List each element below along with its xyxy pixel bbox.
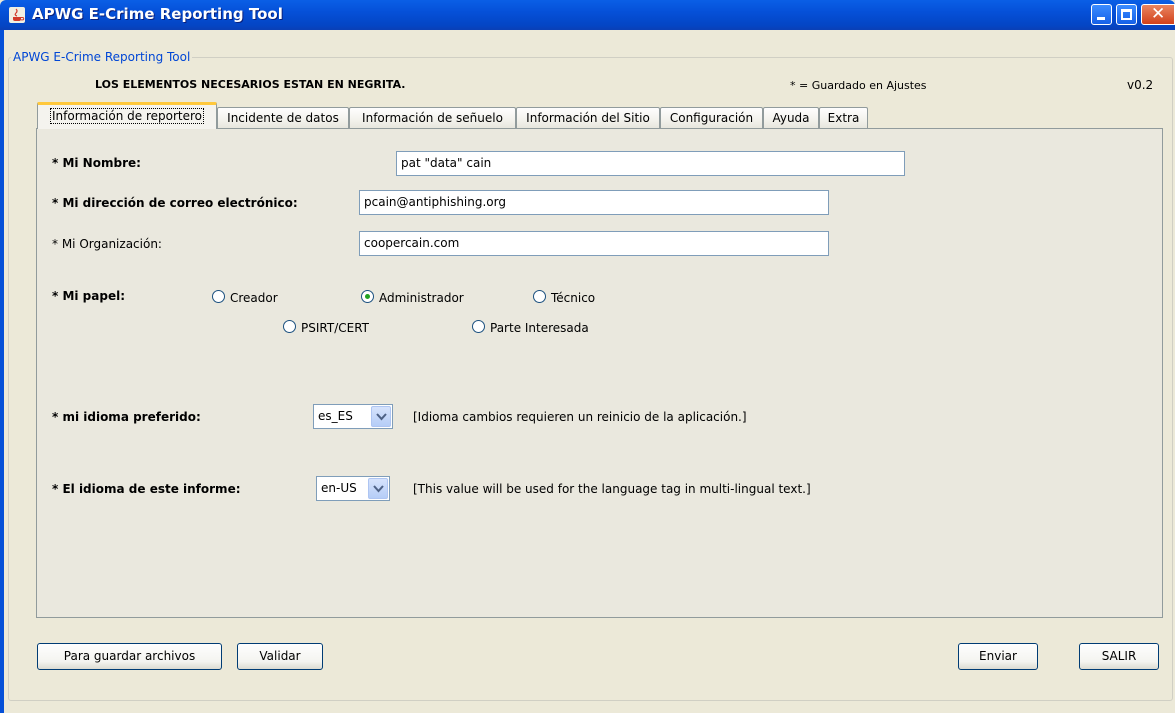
- name-field[interactable]: pat "data" cain: [396, 151, 905, 176]
- radio-label: Creador: [230, 291, 278, 305]
- title-bar[interactable]: APWG E-Crime Reporting Tool ✕: [0, 0, 1175, 30]
- preferred-language-label: * mi idioma preferido:: [52, 410, 201, 424]
- tab-label: Incidente de datos: [227, 111, 339, 125]
- tab-label: Información del Sitio: [526, 111, 650, 125]
- name-label: * Mi Nombre:: [52, 156, 141, 170]
- minimize-button[interactable]: [1091, 4, 1112, 25]
- radio-label: Parte Interesada: [490, 321, 589, 335]
- tab-label: Extra: [827, 111, 860, 125]
- radio-label: PSIRT/CERT: [301, 321, 369, 335]
- radio-icon: [533, 290, 546, 303]
- email-label: * Mi dirección de correo electrónico:: [52, 196, 298, 210]
- java-app-icon: [9, 7, 25, 23]
- saved-in-settings-note: * = Guardado en Ajustes: [790, 79, 927, 92]
- tab-label: Configuración: [669, 111, 754, 125]
- group-title: APWG E-Crime Reporting Tool: [11, 50, 193, 64]
- close-icon: ✕: [1151, 4, 1166, 24]
- radio-icon: [212, 290, 225, 303]
- maximize-button[interactable]: [1116, 4, 1137, 25]
- preferred-language-note: [Idioma cambios requieren un reinicio de…: [413, 410, 747, 424]
- radio-label: Técnico: [551, 291, 596, 305]
- version-label: v0.2: [1127, 78, 1154, 92]
- send-button[interactable]: Enviar: [958, 643, 1038, 670]
- radio-selected-icon: [361, 290, 374, 303]
- window-border: [0, 30, 4, 713]
- organization-field[interactable]: coopercain.com: [359, 231, 829, 256]
- report-language-select[interactable]: en-US: [316, 476, 390, 501]
- tab-reporter-info[interactable]: Información de reportero: [37, 102, 217, 129]
- tab-lure-info[interactable]: Información de señuelo: [349, 107, 516, 128]
- preferred-language-select[interactable]: es_ES: [313, 404, 393, 429]
- role-label: * Mi papel:: [52, 289, 126, 303]
- report-language-label: * El idioma de este informe:: [52, 482, 241, 496]
- tab-help[interactable]: Ayuda: [763, 107, 819, 128]
- validate-button[interactable]: Validar: [237, 643, 323, 670]
- required-fields-note: LOS ELEMENTOS NECESARIOS ESTAN EN NEGRIT…: [95, 78, 406, 91]
- tab-incident-data[interactable]: Incidente de datos: [217, 107, 349, 128]
- exit-button[interactable]: SALIR: [1079, 643, 1159, 670]
- select-value: en-US: [321, 481, 357, 495]
- radio-label: Administrador: [379, 291, 464, 305]
- tab-configuration[interactable]: Configuración: [660, 107, 763, 128]
- save-files-button[interactable]: Para guardar archivos: [37, 643, 222, 670]
- chevron-down-icon[interactable]: [371, 406, 391, 427]
- chevron-down-icon[interactable]: [368, 478, 388, 499]
- tab-label: Información de señuelo: [362, 111, 503, 125]
- window-title: APWG E-Crime Reporting Tool: [32, 5, 283, 23]
- email-field[interactable]: pcain@antiphishing.org: [359, 190, 829, 215]
- report-language-note: [This value will be used for the languag…: [413, 482, 811, 496]
- maximize-icon: [1121, 9, 1132, 20]
- radio-icon: [472, 320, 485, 333]
- tab-label: Información de reportero: [49, 108, 205, 124]
- tab-site-info[interactable]: Información del Sitio: [516, 107, 660, 128]
- radio-icon: [283, 320, 296, 333]
- minimize-icon: [1097, 17, 1105, 20]
- select-value: es_ES: [318, 409, 353, 423]
- tab-extra[interactable]: Extra: [819, 107, 868, 128]
- close-button[interactable]: ✕: [1141, 4, 1175, 25]
- tab-label: Ayuda: [772, 111, 810, 125]
- organization-label: * Mi Organización:: [52, 237, 162, 251]
